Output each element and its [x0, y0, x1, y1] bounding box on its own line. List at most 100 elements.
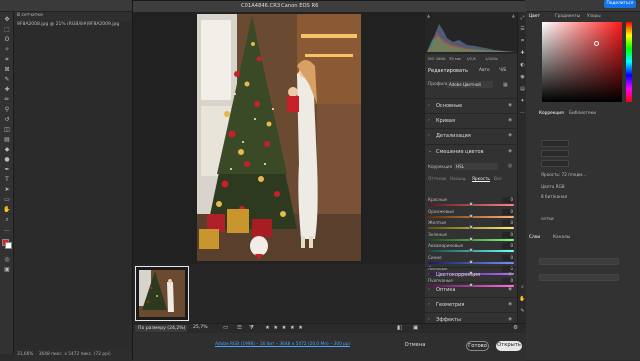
- eraser-icon[interactable]: ◫: [3, 126, 11, 133]
- tab-hue[interactable]: Оттенок: [428, 176, 447, 181]
- slider-handle[interactable]: [469, 202, 473, 206]
- hand-tool-icon[interactable]: ✋: [3, 206, 11, 213]
- section-basic[interactable]: › Основные ◉: [425, 98, 517, 113]
- property-field-1[interactable]: [541, 140, 569, 147]
- doc-tab-2[interactable]: 9F8A2008.jpg @ 21% (RGB/8#): [17, 22, 88, 29]
- slider-handle[interactable]: [469, 259, 473, 264]
- tab-channels[interactable]: Каналы: [553, 235, 570, 240]
- settings-gear-icon[interactable]: ⚙: [513, 325, 518, 331]
- tab-luminance[interactable]: Яркость: [472, 176, 490, 182]
- eye-icon[interactable]: ◉: [508, 302, 512, 307]
- property-field-2[interactable]: [541, 150, 569, 157]
- history-brush-icon[interactable]: ↺: [3, 116, 11, 123]
- slider-handle[interactable]: [469, 213, 473, 218]
- section-curve[interactable]: › Кривая ◉: [425, 113, 517, 128]
- open-button[interactable]: Открыть: [496, 341, 522, 351]
- color-picker-field[interactable]: [542, 22, 622, 102]
- magic-wand-icon[interactable]: ✧: [3, 46, 11, 53]
- move-tool-icon[interactable]: ✥: [3, 16, 11, 23]
- profile-dropdown[interactable]: Adobe Цветной: [447, 81, 493, 88]
- filmstrip-toggle-icon[interactable]: ▭: [223, 325, 228, 331]
- tab-saturation[interactable]: Насыщ.: [450, 176, 467, 181]
- property-field-3[interactable]: [541, 160, 569, 167]
- target-adjust-icon[interactable]: ◎: [508, 163, 512, 169]
- doc-tab-3[interactable]: 9F8A2009.jpg: [88, 22, 119, 29]
- eye-icon[interactable]: ◉: [508, 287, 512, 292]
- eye-icon[interactable]: ◉: [508, 272, 512, 277]
- type-tool-icon[interactable]: T: [3, 176, 11, 183]
- tab-patterns[interactable]: Узоры: [587, 14, 601, 19]
- tab-adjustments[interactable]: Коррекция: [539, 111, 564, 116]
- highlight-clipping-icon[interactable]: ▲: [512, 13, 515, 18]
- gradient-tool-icon[interactable]: ▤: [3, 136, 11, 143]
- blur-tool-icon[interactable]: ◆: [3, 146, 11, 153]
- mask-icon[interactable]: ◐: [519, 62, 526, 69]
- crop-icon[interactable]: ⌗: [519, 38, 526, 45]
- slider-value-field[interactable]: 0: [502, 220, 514, 226]
- brush-tool-icon[interactable]: ✏: [3, 96, 11, 103]
- tab-libraries[interactable]: Библиотеки: [569, 111, 596, 116]
- sampler-icon[interactable]: ✎: [519, 308, 526, 315]
- slider-value-field[interactable]: 0: [502, 254, 514, 261]
- eye-icon[interactable]: ◉: [508, 133, 512, 138]
- slider-handle[interactable]: [469, 225, 473, 229]
- stamp-tool-icon[interactable]: ⚲: [3, 106, 11, 113]
- section-effects[interactable]: › Эффекты ◉: [425, 312, 517, 323]
- auto-button[interactable]: Авто: [479, 68, 490, 73]
- dodge-tool-icon[interactable]: ●: [3, 156, 11, 163]
- rectangle-tool-icon[interactable]: ▭: [3, 196, 11, 203]
- healing-brush-icon[interactable]: ✚: [3, 86, 11, 93]
- background-color-swatch[interactable]: [5, 242, 12, 249]
- zoom-icon[interactable]: ⌕: [519, 284, 526, 291]
- eyedropper-icon[interactable]: ✎: [3, 76, 11, 83]
- pen-tool-icon[interactable]: ✒: [3, 166, 11, 173]
- eye-icon[interactable]: ◉: [508, 149, 512, 154]
- shadow-clipping-icon[interactable]: ▲: [427, 13, 430, 18]
- more-tools-icon[interactable]: …: [3, 226, 11, 233]
- profile-browser-icon[interactable]: ▦: [503, 82, 508, 88]
- presets-icon[interactable]: ✦: [519, 98, 526, 105]
- tab-color[interactable]: Цвет: [529, 14, 540, 19]
- snapshots-icon[interactable]: ▤: [519, 86, 526, 93]
- share-button[interactable]: Поделиться: [604, 0, 636, 8]
- black-white-button[interactable]: Ч/Б: [499, 68, 506, 73]
- eye-icon[interactable]: ◉: [508, 317, 512, 322]
- section-geometry[interactable]: › Геометрия ◉: [425, 297, 517, 312]
- frame-tool-icon[interactable]: ⊠: [3, 66, 11, 73]
- slider-handle[interactable]: [469, 248, 473, 252]
- correction-dropdown[interactable]: HSL: [454, 163, 498, 170]
- tab-layers[interactable]: Слои: [529, 235, 540, 240]
- eye-icon[interactable]: ◉: [508, 103, 512, 108]
- hand-icon[interactable]: ✋: [519, 296, 526, 303]
- section-optics[interactable]: › Оптика ◉: [425, 282, 517, 297]
- zoom-tool-icon[interactable]: ⌕: [3, 216, 11, 223]
- rating-stars[interactable]: ★ ★ ★ ★ ★: [265, 325, 304, 331]
- crop-tool-icon[interactable]: ⌗: [3, 56, 11, 63]
- workflow-options-link[interactable]: Adobe RGB (1998) – 16 бит – 3648 x 5472 …: [215, 342, 350, 347]
- edit-sliders-icon[interactable]: ☰: [519, 26, 526, 33]
- chevron-down-icon[interactable]: ⌄: [428, 149, 432, 154]
- filter-icon[interactable]: ⧩: [249, 325, 254, 332]
- section-color-grading[interactable]: › Цветокоррекция ◉: [425, 267, 517, 282]
- screen-mode-icon[interactable]: ▣: [3, 266, 11, 273]
- cancel-button[interactable]: Отмена: [403, 341, 427, 351]
- red-eye-icon[interactable]: ◉: [519, 74, 526, 81]
- more-icon[interactable]: ⋯: [519, 110, 526, 117]
- path-select-icon[interactable]: ➤: [3, 186, 11, 193]
- zoom-dropdown[interactable]: По размеру (24,2%): [135, 325, 187, 332]
- doc-tab-1[interactable]: В сетчатке: [17, 13, 43, 20]
- tab-all[interactable]: Все: [494, 176, 502, 181]
- zoom-percentage[interactable]: 25,7%: [193, 325, 208, 330]
- slider-value-field[interactable]: 0: [502, 197, 514, 203]
- filmstrip-thumbnail[interactable]: [135, 266, 189, 321]
- slider-value-field[interactable]: 0: [502, 231, 514, 238]
- lasso-tool-icon[interactable]: ʘ: [3, 36, 11, 43]
- sort-icon[interactable]: ☰: [237, 325, 242, 331]
- marquee-tool-icon[interactable]: ⬚: [3, 26, 11, 33]
- layer-row[interactable]: [539, 258, 619, 265]
- done-button[interactable]: Готово: [466, 341, 489, 351]
- slider-value-field[interactable]: 0: [502, 208, 514, 215]
- expand-icon[interactable]: ⤢: [519, 15, 526, 22]
- hue-slider[interactable]: [626, 22, 632, 102]
- eye-icon[interactable]: ◉: [508, 118, 512, 123]
